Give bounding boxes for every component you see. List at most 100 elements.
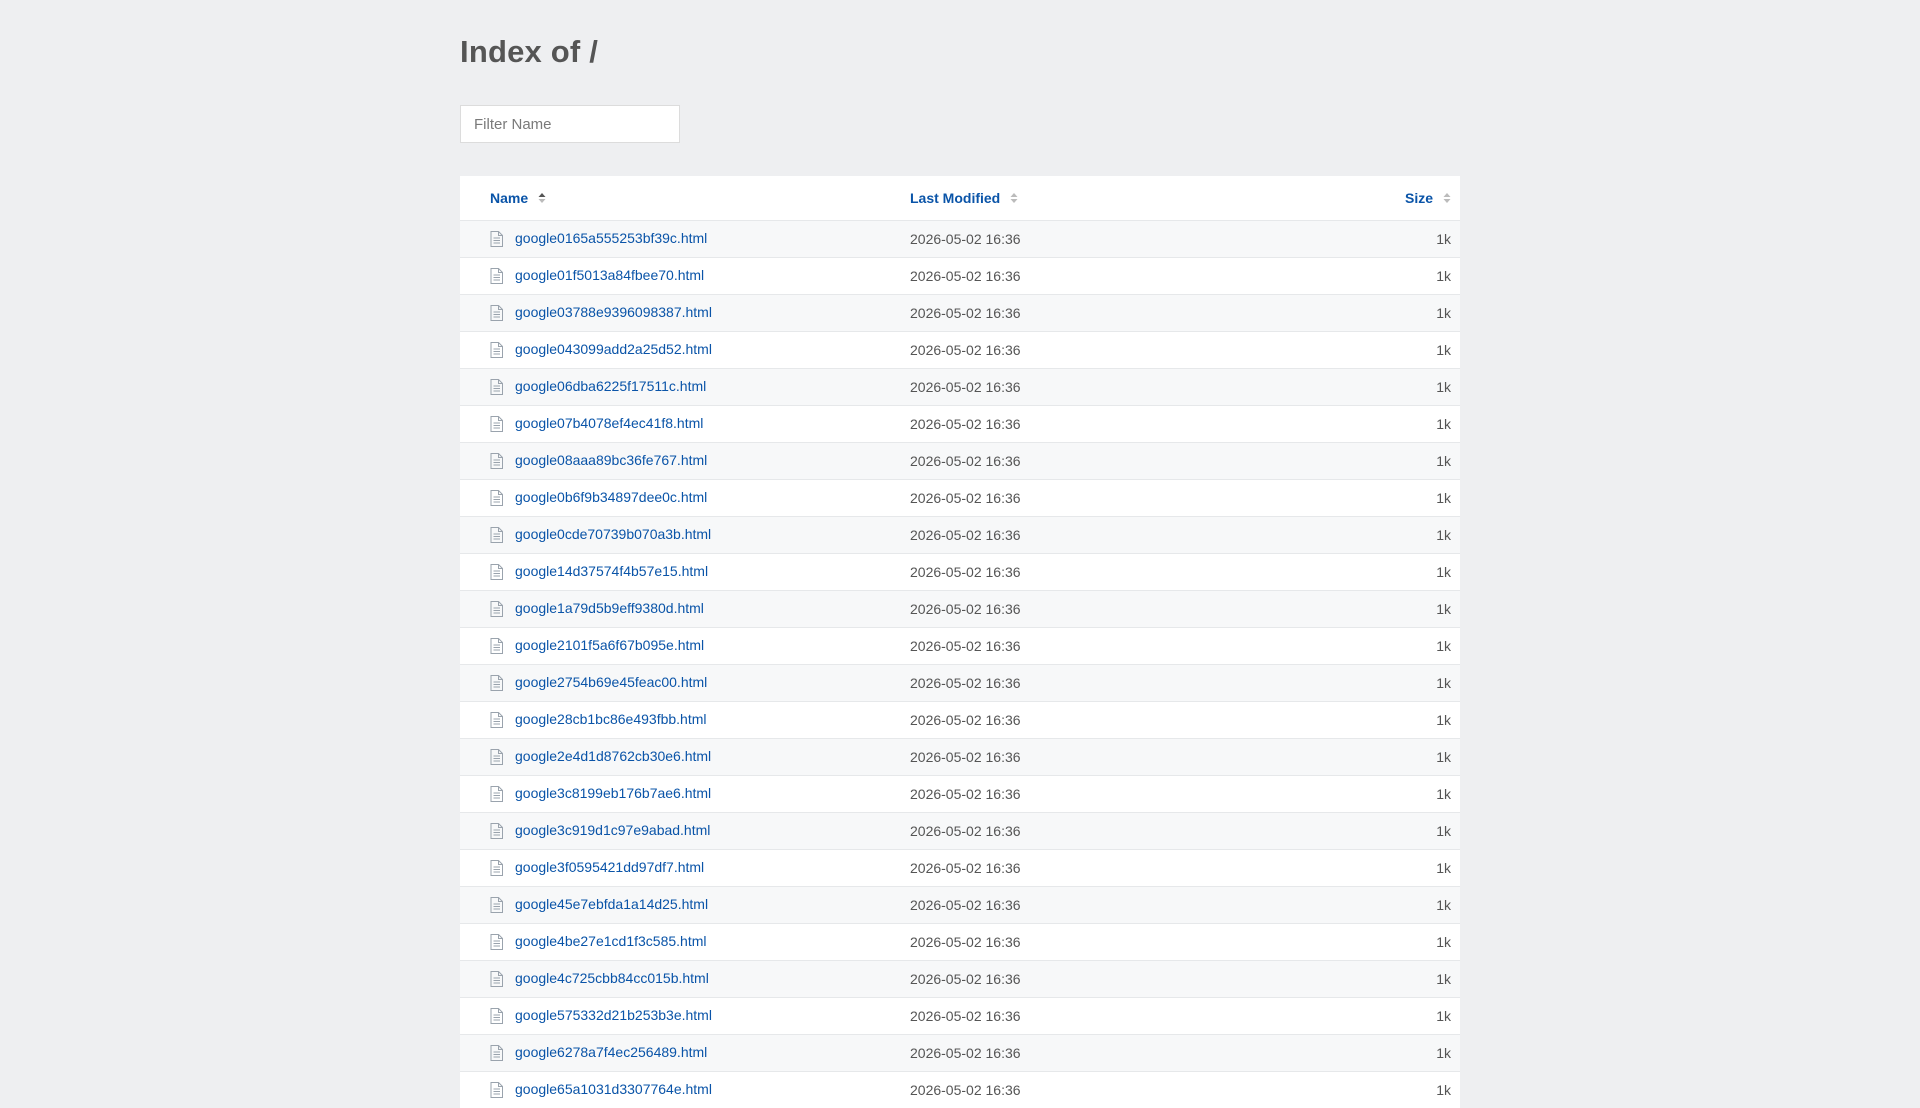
file-link[interactable]: google0165a555253bf39c.html xyxy=(490,230,707,246)
file-icon xyxy=(490,1082,503,1098)
file-name-cell: google45e7ebfda1a14d25.html xyxy=(460,887,910,924)
table-row: google3f0595421dd97df7.html 2026-05-02 16… xyxy=(460,850,1460,887)
file-link[interactable]: google0b6f9b34897dee0c.html xyxy=(490,489,707,505)
file-link[interactable]: google2754b69e45feac00.html xyxy=(490,674,707,690)
file-link[interactable]: google043099add2a25d52.html xyxy=(490,341,712,357)
table-row: google06dba6225f17511c.html2026-05-02 16… xyxy=(460,369,1460,406)
file-link[interactable]: google06dba6225f17511c.html xyxy=(490,378,706,394)
file-name: google07b4078ef4ec41f8.html xyxy=(515,415,703,431)
last-modified-value: 2026-05-02 16:36 xyxy=(910,934,1021,950)
last-modified-value: 2026-05-02 16:36 xyxy=(910,860,1021,876)
file-link[interactable]: google28cb1bc86e493fbb.html xyxy=(490,711,707,727)
file-name-cell: google14d37574f4b57e15.html xyxy=(460,554,910,591)
last-modified-cell: 2026-05-02 16:36 xyxy=(910,332,1330,369)
file-link[interactable]: google4be27e1cd1f3c585.html xyxy=(490,933,707,949)
table-row: google0b6f9b34897dee0c.html 2026-05-02 16… xyxy=(460,480,1460,517)
file-name: google08aaa89bc36fe767.html xyxy=(515,452,707,468)
page-title: Index of / xyxy=(460,34,598,70)
file-link[interactable]: google2101f5a6f67b095e.html xyxy=(490,637,704,653)
size-cell: 1k xyxy=(1330,369,1460,406)
size-cell: 1k xyxy=(1330,739,1460,776)
sort-by-size-link[interactable]: Size xyxy=(1405,190,1433,206)
last-modified-value: 2026-05-02 16:36 xyxy=(910,342,1021,358)
file-icon xyxy=(490,231,503,247)
last-modified-value: 2026-05-02 16:36 xyxy=(910,527,1021,543)
sort-by-name-link[interactable]: Name xyxy=(490,190,528,206)
sort-icon[interactable] xyxy=(1010,192,1018,204)
file-link[interactable]: google3c919d1c97e9abad.html xyxy=(490,822,710,838)
size-cell: 1k xyxy=(1330,813,1460,850)
size-value: 1k xyxy=(1436,860,1451,876)
file-link[interactable]: google65a1031d3307764e.html xyxy=(490,1081,712,1097)
size-value: 1k xyxy=(1436,601,1451,617)
file-link[interactable]: google07b4078ef4ec41f8.html xyxy=(490,415,703,431)
last-modified-cell: 2026-05-02 16:36 xyxy=(910,480,1330,517)
size-value: 1k xyxy=(1436,1045,1451,1061)
file-name: google6278a7f4ec256489.html xyxy=(515,1044,707,1060)
last-modified-cell: 2026-05-02 16:36 xyxy=(910,295,1330,332)
size-cell: 1k xyxy=(1330,258,1460,295)
size-cell: 1k xyxy=(1330,702,1460,739)
file-link[interactable]: google01f5013a84fbee70.html xyxy=(490,267,704,283)
last-modified-value: 2026-05-02 16:36 xyxy=(910,823,1021,839)
file-name-cell: google3c919d1c97e9abad.html xyxy=(460,813,910,850)
name-column-header: Name xyxy=(460,176,910,221)
sort-by-last-modified-link[interactable]: Last Modified xyxy=(910,190,1000,206)
file-name-cell: google2754b69e45feac00.html xyxy=(460,665,910,702)
last-modified-value: 2026-05-02 16:36 xyxy=(910,601,1021,617)
file-link[interactable]: google6278a7f4ec256489.html xyxy=(490,1044,707,1060)
last-modified-cell: 2026-05-02 16:36 xyxy=(910,591,1330,628)
file-link[interactable]: google3f0595421dd97df7.html xyxy=(490,859,704,875)
size-cell: 1k xyxy=(1330,480,1460,517)
file-name: google3f0595421dd97df7.html xyxy=(515,859,704,875)
table-row: google07b4078ef4ec41f8.html2026-05-02 16… xyxy=(460,406,1460,443)
table-row: google45e7ebfda1a14d25.html 2026-05-02 16… xyxy=(460,887,1460,924)
file-name: google65a1031d3307764e.html xyxy=(515,1081,712,1097)
file-icon xyxy=(490,712,503,728)
file-link[interactable]: google1a79d5b9eff9380d.html xyxy=(490,600,704,616)
file-link[interactable]: google4c725cbb84cc015b.html xyxy=(490,970,709,986)
file-link[interactable]: google14d37574f4b57e15.html xyxy=(490,563,708,579)
file-name-cell: google0165a555253bf39c.html xyxy=(460,221,910,258)
table-row: google3c8199eb176b7ae6.html2026-05-02 16… xyxy=(460,776,1460,813)
last-modified-value: 2026-05-02 16:36 xyxy=(910,453,1021,469)
file-name: google06dba6225f17511c.html xyxy=(515,378,706,394)
last-modified-value: 2026-05-02 16:36 xyxy=(910,564,1021,580)
file-name-cell: google0cde70739b070a3b.html xyxy=(460,517,910,554)
file-name-cell: google2101f5a6f67b095e.html xyxy=(460,628,910,665)
file-icon xyxy=(490,823,503,839)
sort-icon[interactable] xyxy=(1443,192,1451,204)
last-modified-value: 2026-05-02 16:36 xyxy=(910,231,1021,247)
last-modified-cell: 2026-05-02 16:36 xyxy=(910,813,1330,850)
filter-name-input[interactable] xyxy=(460,105,680,143)
file-name: google0165a555253bf39c.html xyxy=(515,230,707,246)
file-link[interactable]: google0cde70739b070a3b.html xyxy=(490,526,711,542)
file-link[interactable]: google45e7ebfda1a14d25.html xyxy=(490,896,708,912)
size-column-header: Size xyxy=(1330,176,1460,221)
file-link[interactable]: google575332d21b253b3e.html xyxy=(490,1007,712,1023)
last-modified-value: 2026-05-02 16:36 xyxy=(910,1082,1021,1098)
last-modified-cell: 2026-05-02 16:36 xyxy=(910,554,1330,591)
last-modified-value: 2026-05-02 16:36 xyxy=(910,897,1021,913)
last-modified-cell: 2026-05-02 16:36 xyxy=(910,887,1330,924)
table-row: google575332d21b253b3e.html 2026-05-02 16… xyxy=(460,998,1460,1035)
sort-icon[interactable] xyxy=(538,192,546,204)
size-value: 1k xyxy=(1436,749,1451,765)
file-icon xyxy=(490,342,503,358)
size-value: 1k xyxy=(1436,1008,1451,1024)
table-row: google0cde70739b070a3b.html 2026-05-02 16… xyxy=(460,517,1460,554)
file-icon xyxy=(490,379,503,395)
file-link[interactable]: google03788e9396098387.html xyxy=(490,304,712,320)
size-value: 1k xyxy=(1436,416,1451,432)
file-link[interactable]: google08aaa89bc36fe767.html xyxy=(490,452,707,468)
file-icon xyxy=(490,527,503,543)
file-name-cell: google4be27e1cd1f3c585.html xyxy=(460,924,910,961)
last-modified-value: 2026-05-02 16:36 xyxy=(910,749,1021,765)
file-link[interactable]: google2e4d1d8762cb30e6.html xyxy=(490,748,711,764)
last-modified-value: 2026-05-02 16:36 xyxy=(910,1008,1021,1024)
file-name-cell: google08aaa89bc36fe767.html xyxy=(460,443,910,480)
file-icon xyxy=(490,305,503,321)
last-modified-value: 2026-05-02 16:36 xyxy=(910,712,1021,728)
file-name-cell: google06dba6225f17511c.html xyxy=(460,369,910,406)
file-link[interactable]: google3c8199eb176b7ae6.html xyxy=(490,785,711,801)
